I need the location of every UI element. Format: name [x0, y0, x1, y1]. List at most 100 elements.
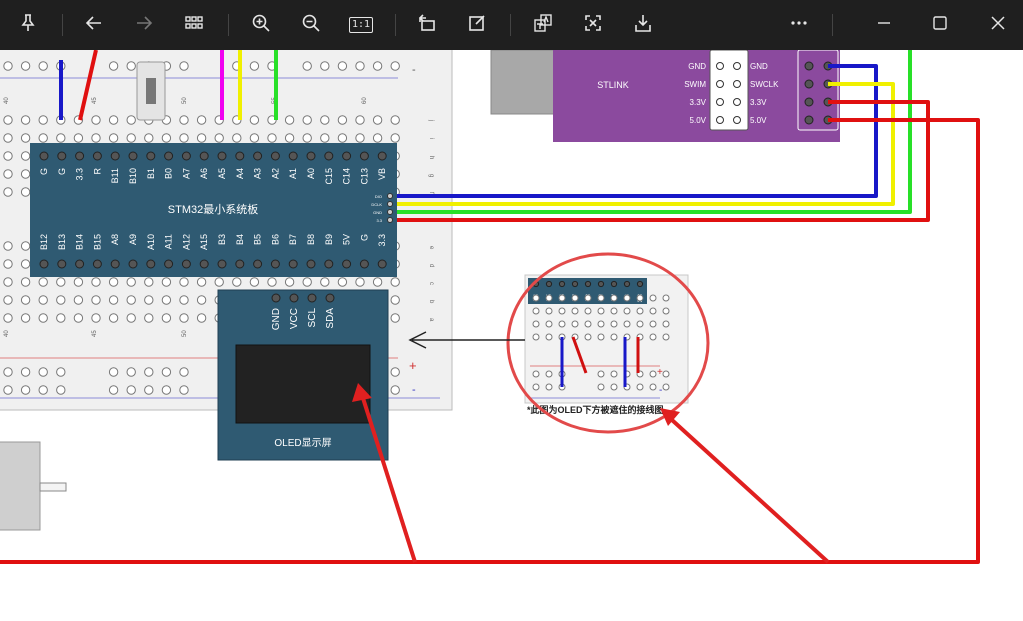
stlink-pin — [716, 80, 724, 88]
stm32-pin — [57, 151, 67, 161]
forward-button[interactable] — [126, 7, 162, 43]
breadboard-hole — [38, 313, 48, 323]
minimize-button[interactable] — [866, 7, 902, 43]
rotate-button[interactable] — [409, 7, 445, 43]
stm32-pin-label-bottom: B4 — [235, 234, 245, 245]
breadboard-hole — [144, 277, 154, 287]
inset-hole — [636, 294, 644, 302]
ocr-button[interactable] — [575, 7, 611, 43]
save-button[interactable] — [625, 7, 661, 43]
stm32-pin-label-top: C15 — [324, 168, 334, 185]
inset-hole — [597, 383, 605, 391]
breadboard-hole — [126, 115, 136, 125]
breadboard-hole — [38, 367, 48, 377]
oled-pin — [289, 293, 299, 303]
breadboard-hole — [56, 277, 66, 287]
stm32-pin — [217, 151, 227, 161]
oled-pin-label: SCL — [307, 308, 318, 328]
zoom-out-button[interactable] — [293, 7, 329, 43]
breadboard-hole — [320, 61, 330, 71]
stm32-pin — [377, 151, 387, 161]
close-button[interactable] — [980, 7, 1016, 43]
inset-hole — [610, 320, 618, 328]
stm32-pin — [359, 259, 369, 269]
actual-size-button[interactable]: 1:1 — [343, 7, 379, 43]
stm32-pin-label-bottom: B12 — [39, 234, 49, 250]
breadboard-hole — [108, 115, 119, 125]
inset-hole — [649, 383, 657, 391]
stlink-pin — [733, 98, 741, 106]
edit-icon — [467, 13, 487, 38]
stm32-side-pin — [387, 201, 393, 207]
edit-button[interactable] — [459, 7, 495, 43]
zoom-in-icon — [251, 13, 271, 38]
inset-hole — [597, 307, 605, 315]
breadboard-hole — [302, 277, 312, 287]
breadboard-hole — [108, 61, 119, 71]
breadboard-hole — [161, 277, 172, 287]
stm32-pin-label-bottom: B15 — [92, 234, 102, 250]
breadboard-hole — [196, 295, 207, 305]
translate-button[interactable] — [525, 7, 561, 43]
breadboard-hole — [372, 277, 383, 287]
inset-hole — [545, 370, 553, 378]
breadboard-hole — [284, 133, 295, 143]
back-button[interactable] — [76, 7, 112, 43]
inset-pin — [558, 280, 566, 288]
stm32-pin — [306, 151, 316, 161]
breadboard-hole — [20, 187, 31, 197]
breadboard-hole — [108, 277, 119, 287]
stm32-pin — [235, 151, 245, 161]
stm32-pin — [128, 151, 138, 161]
translate-icon — [533, 13, 553, 38]
stm32-pin-label-bottom: 3.3 — [377, 234, 387, 247]
pin-button[interactable] — [10, 7, 46, 43]
breadboard-hole — [38, 115, 48, 125]
inset-hole — [649, 307, 657, 315]
breadboard-hole — [179, 115, 189, 125]
stm32-pin — [146, 151, 156, 161]
red-arrow-to-inset — [670, 418, 830, 564]
inset-pin — [597, 280, 605, 288]
breadboard-hole — [232, 277, 242, 287]
column-number-bottom: 40 — [4, 330, 10, 337]
inset-hole — [623, 307, 631, 315]
breadboard-hole — [126, 277, 136, 287]
more-button[interactable] — [781, 7, 817, 43]
breadboard-hole — [372, 133, 383, 143]
breadboard-hole — [284, 277, 295, 287]
breadboard-hole — [179, 277, 189, 287]
stm32-pin-label-bottom: B9 — [324, 234, 334, 245]
oled-pin-label: VCC — [289, 308, 300, 329]
inset-hole — [610, 294, 618, 302]
inset-hole — [662, 307, 670, 315]
inset-pin — [584, 280, 592, 288]
stm32-side-pin-label: 3.3 — [376, 218, 382, 223]
stm32-pin-label-top: A2 — [270, 168, 280, 179]
breadboard-hole — [91, 313, 101, 323]
stm32-pin — [377, 259, 387, 269]
row-letter: h — [428, 156, 434, 159]
inset-hole — [636, 320, 644, 328]
stm32-pin-label-bottom: B5 — [253, 234, 263, 245]
stlink-pin — [716, 62, 724, 70]
stm32-pin-label-bottom: A10 — [146, 234, 156, 250]
zoom-in-button[interactable] — [243, 7, 279, 43]
breadboard-hole — [3, 151, 13, 161]
breadboard-hole — [161, 313, 172, 323]
stlink-pin — [804, 79, 814, 89]
grid-view-button[interactable] — [176, 7, 212, 43]
stm32-pin-label-bottom: A11 — [164, 234, 174, 249]
stm32-pin-label-top: A3 — [253, 168, 263, 179]
ocr-icon — [583, 13, 603, 38]
breadboard-hole — [3, 169, 13, 179]
inset-hole — [545, 320, 553, 328]
breadboard-hole — [144, 367, 154, 377]
breadboard-hole — [3, 313, 13, 323]
breadboard-hole — [390, 295, 400, 305]
inset-hole — [558, 294, 566, 302]
breadboard-hole — [267, 133, 277, 143]
column-number-top: 40 — [4, 97, 10, 104]
maximize-button[interactable] — [922, 7, 958, 43]
stm32-pin-label-top: A1 — [288, 168, 298, 179]
